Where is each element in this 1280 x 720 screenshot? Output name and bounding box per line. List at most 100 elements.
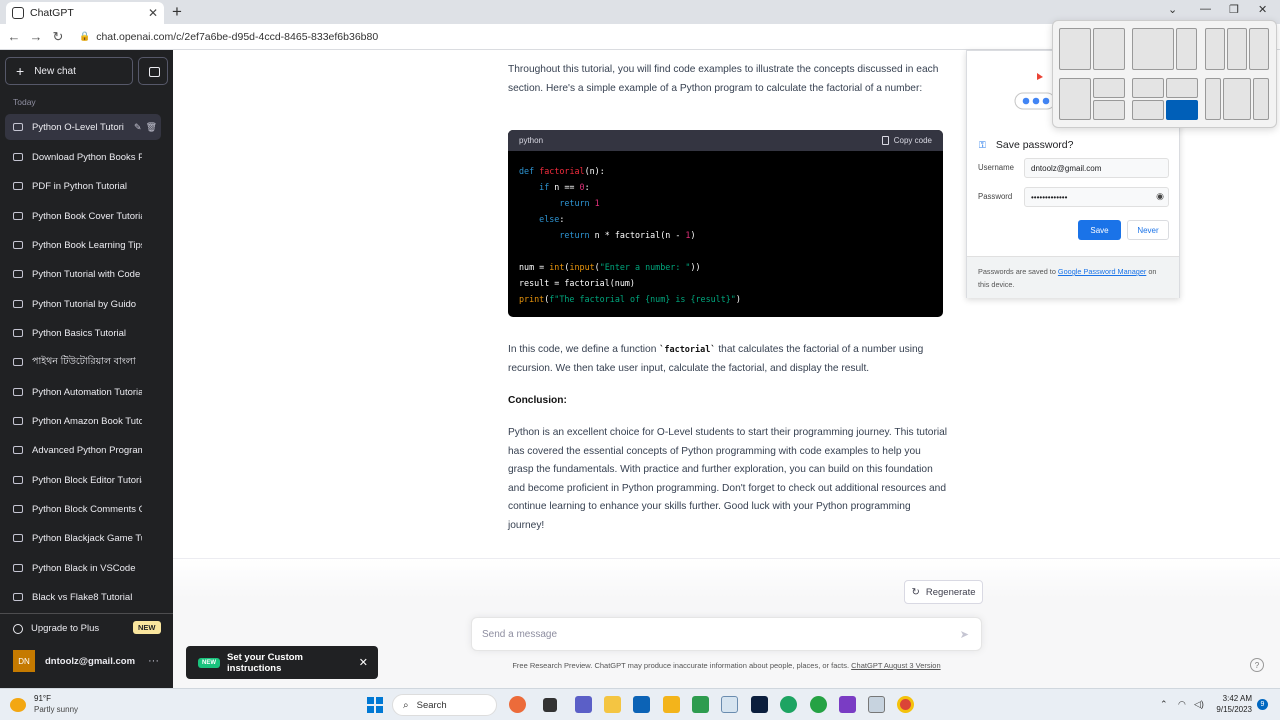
minimize-icon[interactable]: — — [1200, 3, 1211, 15]
snap-zone[interactable] — [1205, 78, 1221, 120]
password-manager-link[interactable]: Google Password Manager — [1058, 267, 1146, 276]
close-window-icon[interactable]: ✕ — [1258, 3, 1267, 16]
conversation-item[interactable]: Python Tutorial with Code — [5, 261, 161, 287]
more-options-icon[interactable]: ··· — [148, 655, 159, 667]
conversation-item[interactable]: Python Book Learning Tips — [5, 232, 161, 258]
chrome-active-icon[interactable] — [897, 696, 914, 713]
address-bar[interactable]: 🔒 chat.openai.com/c/2ef7a6be-d95d-4ccd-8… — [79, 31, 378, 43]
edit-icon[interactable]: ✎ — [134, 122, 142, 133]
browser-tab[interactable]: ChatGPT ✕ — [6, 2, 164, 24]
conversation-item[interactable]: Python Basics Tutorial — [5, 320, 161, 346]
new-chat-button[interactable]: + New chat — [5, 57, 133, 85]
volume-icon[interactable]: ◁) — [1194, 699, 1204, 710]
image-viewer-icon[interactable] — [721, 696, 738, 713]
conversation-item[interactable]: Black vs Flake8 Tutorial — [5, 584, 161, 610]
snap-zone[interactable] — [1132, 28, 1174, 70]
help-icon[interactable]: ? — [1250, 658, 1264, 672]
snap-zone-selected[interactable] — [1166, 100, 1198, 120]
snap-zone[interactable] — [1176, 28, 1197, 70]
chat-bubble-icon — [13, 417, 23, 425]
conversation-item[interactable]: Python Amazon Book Tutorial — [5, 408, 161, 434]
store-icon[interactable] — [633, 696, 650, 713]
conversation-label: Python Book Cover Tutorial — [32, 210, 142, 222]
snap-zone[interactable] — [1249, 28, 1269, 70]
maximize-icon[interactable]: ❐ — [1229, 3, 1239, 16]
forward-icon[interactable]: → — [25, 29, 47, 44]
app-icon[interactable] — [509, 696, 526, 713]
username-label: Username — [978, 163, 1014, 172]
version-link[interactable]: ChatGPT August 3 Version — [851, 661, 941, 670]
snap-zone[interactable] — [1132, 100, 1164, 120]
chat-bubble-icon — [13, 476, 23, 484]
snap-zone[interactable] — [1205, 28, 1225, 70]
close-icon[interactable]: ✕ — [359, 656, 368, 669]
snap-zone[interactable] — [1166, 78, 1198, 98]
conversation-item[interactable]: Advanced Python Programming — [5, 437, 161, 463]
conversation-item[interactable]: Python Book Cover Tutorial — [5, 203, 161, 229]
taskbar-search[interactable]: ⌕ Search — [392, 694, 497, 716]
conversation-item[interactable]: Python Automation Tutorial — [5, 379, 161, 405]
message-input[interactable]: Send a message ➤ — [471, 617, 982, 651]
chrome-icon[interactable] — [780, 696, 797, 713]
eye-icon[interactable]: ◉ — [1156, 191, 1164, 202]
snap-zone[interactable] — [1227, 28, 1247, 70]
send-icon[interactable]: ➤ — [960, 628, 969, 641]
conversation-item[interactable]: Python O-Level Tutori ✎ 🗑 — [5, 114, 161, 140]
regenerate-button[interactable]: ↻ Regenerate — [904, 580, 983, 604]
lock-icon[interactable]: 🔒 — [79, 31, 90, 42]
weather-widget[interactable]: 91°F Partly sunny — [10, 694, 78, 715]
back-icon[interactable]: ← — [3, 29, 25, 44]
spreadsheet-icon[interactable] — [692, 696, 709, 713]
file-explorer-icon[interactable] — [604, 696, 621, 713]
username-field[interactable]: dntoolz@gmail.com — [1024, 158, 1169, 178]
upgrade-button[interactable]: Upgrade to Plus — [13, 623, 99, 634]
snap-layouts-flyout — [1052, 20, 1277, 128]
snap-zone[interactable] — [1093, 100, 1125, 120]
password-field[interactable]: ••••••••••••• ◉ — [1024, 187, 1169, 207]
snap-zone[interactable] — [1059, 78, 1091, 120]
conversation-item[interactable]: Download Python Books PDF — [5, 144, 161, 170]
save-button[interactable]: Save — [1078, 220, 1121, 240]
wifi-icon[interactable]: ◠ — [1178, 699, 1186, 710]
windows-start-icon[interactable] — [367, 697, 383, 713]
chevron-down-icon[interactable]: ⌄ — [1168, 3, 1177, 16]
trash-icon[interactable]: 🗑 — [146, 122, 157, 133]
conversation-item[interactable]: Python Block Editor Tutorial — [5, 467, 161, 493]
section-label-today: Today — [13, 97, 36, 107]
taskbar: 91°F Partly sunny ⌕ Search ⌃ ◠ ◁) 3:42 A… — [0, 688, 1280, 720]
folder-icon[interactable] — [663, 696, 680, 713]
snipping-tool-icon[interactable] — [868, 696, 885, 713]
custom-instructions-toast[interactable]: NEW Set your Custom instructions ✕ — [186, 646, 378, 679]
password-label: Password — [978, 192, 1013, 201]
reload-icon[interactable]: ↻ — [47, 29, 69, 45]
conversation-item[interactable]: Python Block Comments Guide — [5, 496, 161, 522]
photoshop-icon[interactable] — [751, 696, 768, 713]
new-badge: NEW — [133, 621, 161, 634]
vpn-icon[interactable] — [839, 696, 856, 713]
conversation-item[interactable]: পাইথন টিউটোরিয়াল বাংলা — [5, 349, 161, 375]
conversation-item[interactable]: Python Blackjack Game Tutorial — [5, 525, 161, 551]
conversation-label: Python Block Comments Guide — [32, 503, 142, 515]
snap-zone[interactable] — [1253, 78, 1269, 120]
snap-zone[interactable] — [1093, 28, 1125, 70]
clock[interactable]: 3:42 AM 9/15/2023 — [1206, 693, 1252, 715]
conversation-item[interactable]: PDF in Python Tutorial — [5, 173, 161, 199]
snap-zone[interactable] — [1093, 78, 1125, 98]
chrome-profile-icon[interactable] — [810, 696, 827, 713]
task-view-icon[interactable] — [543, 698, 557, 712]
snap-zone[interactable] — [1223, 78, 1251, 120]
chevron-up-icon[interactable]: ⌃ — [1160, 699, 1168, 710]
conversation-item[interactable]: Python Tutorial by Guido — [5, 291, 161, 317]
copy-code-button[interactable]: Copy code — [881, 136, 932, 145]
teams-icon[interactable] — [575, 696, 592, 713]
user-menu[interactable]: DN dntoolz@gmail.com — [13, 650, 135, 672]
sidebar-toggle-icon[interactable] — [138, 57, 168, 85]
user-icon — [13, 623, 23, 634]
never-button[interactable]: Never — [1127, 220, 1169, 240]
snap-zone[interactable] — [1132, 78, 1164, 98]
conversation-item[interactable]: Python Black in VSCode — [5, 555, 161, 581]
notification-badge[interactable]: 9 — [1257, 699, 1268, 710]
close-tab-icon[interactable]: ✕ — [148, 6, 158, 20]
snap-zone[interactable] — [1059, 28, 1091, 70]
new-tab-icon[interactable]: + — [172, 2, 182, 22]
